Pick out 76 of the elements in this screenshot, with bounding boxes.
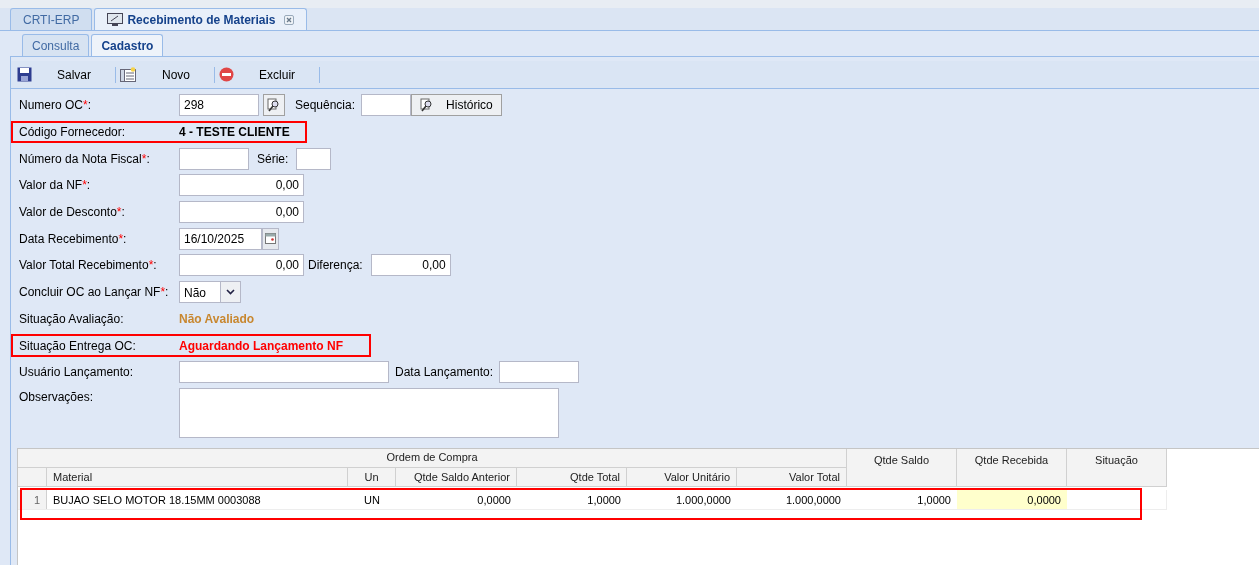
field-label: Usuário Lançamento:: [19, 364, 134, 382]
label-colon: :: [153, 257, 157, 275]
search-icon: [267, 98, 281, 113]
table-cell-text: 1.000,0000: [784, 492, 842, 508]
toolbar-button[interactable]: Salvar: [17, 62, 111, 87]
release-date-field[interactable]: [499, 361, 580, 384]
field-label: Série:: [257, 150, 289, 168]
delete-icon: [219, 67, 235, 82]
column-header[interactable]: Qtde Saldo: [847, 448, 957, 487]
series-field[interactable]: [296, 147, 332, 170]
field-label: Código Fornecedor:: [19, 124, 126, 142]
sequence-field[interactable]: [361, 94, 412, 117]
column-header[interactable]: Un: [348, 467, 396, 487]
difference-field[interactable]: 0,00: [370, 254, 451, 277]
search-icon: [420, 98, 435, 113]
history-button[interactable]: Histórico: [411, 94, 502, 117]
table-cell-text: 0,0000: [476, 492, 512, 508]
field-label: Numero OC: [19, 97, 83, 115]
chevron-down-icon: [226, 289, 235, 296]
calendar-icon: [265, 233, 276, 245]
field-label: Situação Entrega OC:: [19, 337, 136, 355]
amount-field[interactable]: 0,00: [179, 254, 304, 277]
column-header[interactable]: Qtde Recebida: [957, 448, 1067, 487]
new-document-icon: [120, 67, 137, 82]
column-group-header: Ordem de Compra: [18, 448, 847, 468]
table-cell-text: BUJAO SELO MOTOR 18.15MM 0003088: [52, 492, 262, 508]
toolbar-button[interactable]: Excluir: [219, 62, 316, 87]
field-label: Concluir OC ao Lançar NF: [19, 284, 161, 302]
table-cell-text: UN: [363, 492, 381, 508]
field-label: Situação Avaliação:: [19, 310, 124, 328]
field-label: Sequência:: [295, 97, 356, 115]
table-cell-text: 1,0000: [916, 492, 952, 508]
field-label: Observações:: [19, 388, 94, 406]
supplier-value: 4 - TESTE CLIENTE: [179, 124, 290, 142]
column-header[interactable]: Valor Unitário: [627, 467, 737, 487]
window-tab[interactable]: CRTI-ERP: [10, 8, 93, 30]
amount-field[interactable]: 0,00: [179, 201, 304, 224]
label-colon: :: [165, 284, 169, 302]
column-header[interactable]: Material: [47, 467, 348, 487]
tab[interactable]: Cadastro: [91, 34, 164, 56]
window-tab[interactable]: Recebimento de Materiais: [94, 8, 307, 30]
dropdown[interactable]: Não: [179, 281, 241, 304]
required-asterisk: *: [83, 97, 88, 115]
close-icon[interactable]: [283, 14, 294, 25]
user-field[interactable]: [179, 361, 389, 384]
required-asterisk: *: [116, 204, 122, 222]
field-label: Data Recebimento: [19, 230, 119, 248]
table-cell-text: 1.000,0000: [674, 492, 732, 508]
status-text: Não Avaliado: [179, 310, 255, 328]
lookup-button[interactable]: [263, 94, 285, 117]
field-label: Valor de Desconto: [19, 204, 117, 222]
notes-field[interactable]: [179, 387, 559, 438]
required-asterisk: *: [82, 177, 87, 195]
field-label: Diferença:: [308, 257, 363, 275]
field-label: Valor Total Recebimento: [19, 257, 149, 275]
label-colon: :: [146, 150, 150, 168]
field-label: Número da Nota Fiscal: [19, 150, 142, 168]
label-colon: :: [86, 177, 91, 195]
table-cell-text: 1,0000: [586, 492, 622, 508]
field-label: Valor da NF: [19, 177, 83, 195]
calendar-button[interactable]: [262, 227, 279, 250]
column-header[interactable]: Qtde Saldo Anterior: [396, 467, 517, 487]
invoice-number-field[interactable]: [179, 147, 249, 170]
oc-number-field[interactable]: 298: [179, 94, 259, 117]
status-text: Aguardando Lançamento NF: [179, 337, 343, 355]
column-header[interactable]: Qtde Total: [517, 467, 627, 487]
date-field[interactable]: 16/10/2025: [179, 227, 262, 250]
label-colon: :: [123, 230, 127, 248]
tab[interactable]: Consulta: [22, 34, 90, 56]
toolbar-button[interactable]: Novo: [120, 62, 211, 87]
monitor-icon: [107, 12, 124, 27]
field-label: Data Lançamento:: [395, 364, 494, 382]
label-colon: :: [121, 204, 125, 222]
column-header[interactable]: Situação: [1067, 448, 1167, 487]
label-colon: :: [87, 97, 92, 115]
amount-field[interactable]: 0,00: [179, 174, 304, 197]
